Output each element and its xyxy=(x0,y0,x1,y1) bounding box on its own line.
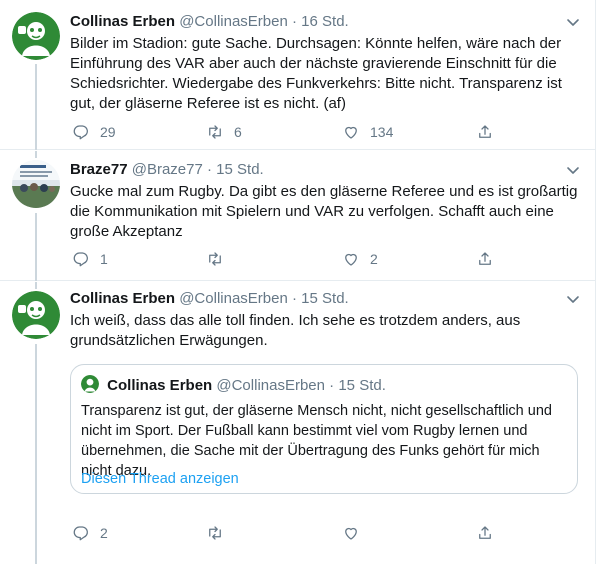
separator-dot: · xyxy=(292,13,297,30)
reply-count: 2 xyxy=(100,525,108,541)
share-icon xyxy=(479,252,491,265)
tweet-2[interactable]: Braze77 @Braze77 · 15 Std. Gucke mal zum… xyxy=(0,151,595,281)
like-button[interactable]: 134 xyxy=(342,122,393,142)
tweet-text: Ich weiß, dass das alle toll finden. Ich… xyxy=(70,312,521,349)
separator-dot: · xyxy=(329,377,335,394)
separator-dot: · xyxy=(292,290,297,307)
reply-icon xyxy=(73,125,88,140)
like-count: 2 xyxy=(370,251,378,267)
chevron-down-icon[interactable] xyxy=(565,162,581,178)
retweet-button[interactable]: 6 xyxy=(206,122,242,142)
reply-button[interactable]: 2 xyxy=(72,523,108,543)
separator-dot: · xyxy=(207,161,212,178)
timestamp[interactable]: 15 Std. xyxy=(216,161,264,178)
reply-count: 1 xyxy=(100,251,108,267)
timeline-border xyxy=(595,0,596,564)
quoted-tweet-text: Transparenz ist gut, der gläserne Mensch… xyxy=(81,403,552,479)
like-button[interactable] xyxy=(342,523,370,543)
reply-button[interactable]: 29 xyxy=(72,122,116,142)
share-button[interactable] xyxy=(476,249,494,269)
avatar xyxy=(81,375,99,393)
heart-icon xyxy=(345,253,357,266)
retweet-count: 6 xyxy=(234,124,242,140)
chevron-down-icon[interactable] xyxy=(565,291,581,307)
avatar[interactable] xyxy=(12,291,60,339)
tweet-header: Collinas Erben @CollinasErben · 16 Std. xyxy=(70,12,581,32)
user-handle[interactable]: @CollinasErben xyxy=(179,13,288,30)
tweet-header: Collinas Erben @CollinasErben · 15 Std. xyxy=(70,289,581,309)
share-icon xyxy=(479,125,491,138)
display-name[interactable]: Collinas Erben xyxy=(70,13,175,30)
chevron-down-icon[interactable] xyxy=(565,14,581,30)
timestamp[interactable]: 15 Std. xyxy=(301,290,349,307)
retweet-button[interactable] xyxy=(206,523,234,543)
retweet-icon xyxy=(209,252,221,266)
reply-count: 29 xyxy=(100,124,116,140)
tweet-header: Braze77 @Braze77 · 15 Std. xyxy=(70,160,581,180)
reply-icon xyxy=(73,526,88,541)
thread-line xyxy=(35,64,37,150)
quoted-tweet-header: Collinas Erben @CollinasErben · 15 Std. xyxy=(81,375,386,395)
tweet-3[interactable]: Collinas Erben @CollinasErben · 15 Std. … xyxy=(0,282,595,564)
like-button[interactable]: 2 xyxy=(342,249,378,269)
like-count: 134 xyxy=(370,124,394,140)
heart-icon xyxy=(345,126,357,139)
display-name[interactable]: Braze77 xyxy=(70,161,128,178)
share-button[interactable] xyxy=(476,523,494,543)
tweet-actions: 1 2 xyxy=(70,249,500,269)
reply-icon xyxy=(73,252,88,267)
tweet-text: Bilder im Stadion: gute Sache. Durchsage… xyxy=(70,35,562,112)
timestamp: 15 Std. xyxy=(338,377,386,394)
heart-icon xyxy=(345,527,357,540)
tweet-actions: 2 xyxy=(70,523,500,543)
display-name[interactable]: Collinas Erben xyxy=(70,290,175,307)
thread-line xyxy=(35,282,37,289)
share-icon xyxy=(479,526,491,539)
tweet-text: Gucke mal zum Rugby. Da gibt es den gläs… xyxy=(70,183,578,240)
quoted-tweet[interactable]: Collinas Erben @CollinasErben · 15 Std. … xyxy=(70,364,578,494)
thread-line xyxy=(35,151,37,158)
retweet-button[interactable] xyxy=(206,249,234,269)
user-handle: @CollinasErben xyxy=(216,377,325,394)
tweet-actions: 29 6 134 xyxy=(70,122,500,142)
display-name: Collinas Erben xyxy=(107,377,213,394)
show-thread-link[interactable]: Diesen Thread anzeigen xyxy=(81,471,239,487)
thread-line xyxy=(35,213,37,281)
timestamp[interactable]: 16 Std. xyxy=(301,13,349,30)
avatar[interactable] xyxy=(12,160,60,208)
user-handle[interactable]: @Braze77 xyxy=(132,161,203,178)
reply-button[interactable]: 1 xyxy=(72,249,108,269)
thread-line xyxy=(35,344,37,564)
user-handle[interactable]: @CollinasErben xyxy=(179,290,288,307)
tweet-1[interactable]: Collinas Erben @CollinasErben · 16 Std. … xyxy=(0,0,595,150)
avatar[interactable] xyxy=(12,12,60,60)
share-button[interactable] xyxy=(476,122,494,142)
retweet-icon xyxy=(209,526,221,540)
retweet-icon xyxy=(209,125,221,139)
